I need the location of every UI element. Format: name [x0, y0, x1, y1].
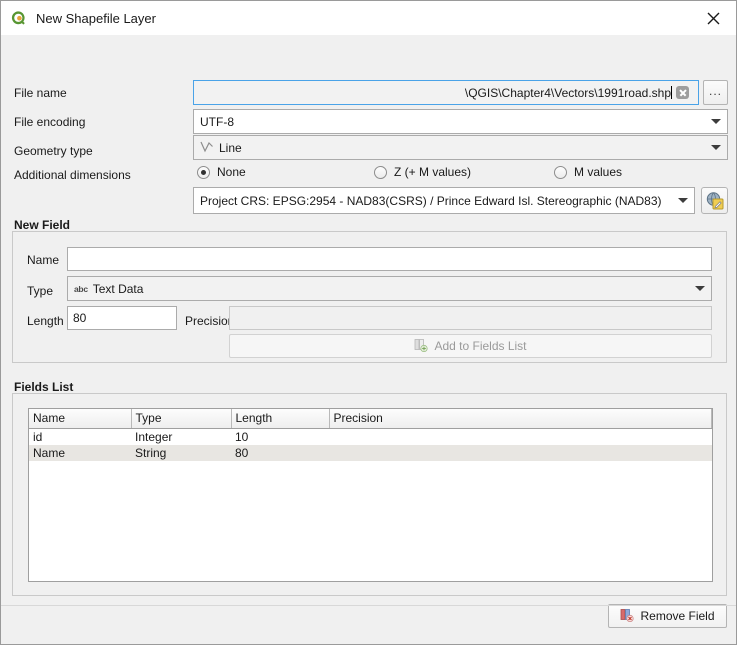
file-encoding-label: File encoding: [14, 114, 86, 129]
close-icon[interactable]: [690, 1, 736, 35]
column-header-name[interactable]: Name: [29, 409, 132, 429]
new-shapefile-layer-dialog: New Shapefile Layer File name \QGIS\Chap…: [0, 0, 737, 645]
field-type-value: Text Data: [92, 281, 144, 296]
file-name-label-row: File name: [14, 80, 67, 105]
cell-type: Integer: [135, 430, 173, 444]
field-type-label: Type: [27, 284, 54, 298]
field-name-label: Name: [27, 253, 60, 267]
cell-precision: [329, 445, 712, 461]
geometry-type-select[interactable]: Line: [193, 135, 728, 160]
fields-list-group-title: Fields List: [14, 380, 74, 394]
title-bar: New Shapefile Layer: [1, 1, 736, 35]
column-header-type[interactable]: Type: [131, 409, 232, 429]
radio-indicator: [197, 165, 210, 179]
abc-text-icon: abc: [74, 283, 88, 294]
radio-z-m-values[interactable]: Z (+ M values): [374, 165, 471, 179]
file-name-label: File name: [14, 85, 67, 100]
chevron-down-icon: [705, 136, 727, 159]
file-name-value: \QGIS\Chapter4\Vectors\1991road.shp: [464, 85, 672, 100]
footer-divider: [1, 605, 736, 606]
field-precision-label-row: Precision: [185, 310, 234, 332]
cell-name: id: [33, 430, 43, 444]
add-to-fields-list-button[interactable]: Add to Fields List: [229, 334, 712, 358]
file-encoding-select[interactable]: UTF-8: [193, 109, 728, 134]
additional-dimensions-label: Additional dimensions: [14, 168, 131, 182]
clear-icon[interactable]: [676, 86, 689, 99]
radio-m-values-label: M values: [574, 165, 623, 179]
crs-globe-icon[interactable]: [701, 187, 728, 214]
field-length-input[interactable]: 80: [67, 306, 177, 330]
browse-button[interactable]: ...: [703, 80, 728, 105]
new-field-group-title: New Field: [14, 218, 71, 232]
field-precision-label: Precision: [185, 314, 235, 328]
window-title: New Shapefile Layer: [36, 10, 156, 26]
table-row[interactable]: Name String 80: [29, 445, 712, 461]
table-header-row: Name Type Length Precision: [29, 409, 712, 429]
fields-table-container[interactable]: Name Type Length Precision id Integer 10: [28, 408, 713, 582]
chevron-down-icon: [672, 188, 694, 213]
crs-value: Project CRS: EPSG:2954 - NAD83(CSRS) / P…: [200, 193, 662, 208]
cell-name: Name: [29, 445, 131, 461]
cell-precision: [329, 429, 712, 446]
table-row[interactable]: id Integer 10: [29, 429, 712, 446]
field-type-label-row: Type: [27, 280, 53, 302]
file-encoding-label-row: File encoding: [14, 109, 85, 134]
remove-field-icon: [620, 608, 635, 625]
radio-none-label: None: [217, 165, 246, 179]
column-header-length[interactable]: Length: [231, 409, 330, 429]
field-name-input[interactable]: [67, 247, 712, 271]
additional-dimensions-label-row: Additional dimensions: [14, 165, 131, 185]
cell-length: 10: [235, 430, 249, 444]
file-encoding-value: UTF-8: [200, 114, 234, 129]
crs-select[interactable]: Project CRS: EPSG:2954 - NAD83(CSRS) / P…: [193, 187, 695, 214]
remove-field-button[interactable]: Remove Field: [608, 604, 727, 628]
add-to-fields-list-label: Add to Fields List: [434, 339, 527, 353]
radio-none[interactable]: None: [197, 165, 246, 179]
fields-table: Name Type Length Precision id Integer 10: [29, 409, 712, 461]
chevron-down-icon: [705, 110, 727, 133]
line-geometry-icon: [200, 140, 214, 156]
qgis-logo-icon: [10, 10, 27, 27]
fields-list-group: Name Type Length Precision id Integer 10: [12, 393, 727, 596]
fields-table-body: id Integer 10 Name String 80: [29, 429, 712, 461]
dialog-body: File name \QGIS\Chapter4\Vectors\1991roa…: [1, 35, 736, 644]
chevron-down-icon: [689, 277, 711, 300]
column-header-precision[interactable]: Precision: [329, 409, 712, 429]
radio-indicator: [374, 165, 387, 179]
field-type-select[interactable]: abc Text Data: [67, 276, 712, 301]
field-length-label-row: Length: [27, 310, 64, 332]
field-name-label-row: Name: [27, 249, 59, 271]
field-length-value: 80: [73, 311, 87, 325]
geometry-type-label: Geometry type: [14, 143, 93, 158]
add-field-icon: [414, 338, 429, 355]
field-length-label: Length: [27, 314, 64, 328]
radio-z-m-values-label: Z (+ M values): [394, 165, 472, 179]
field-precision-input[interactable]: [229, 306, 712, 330]
file-name-input[interactable]: \QGIS\Chapter4\Vectors\1991road.shp: [193, 80, 699, 105]
cell-type: String: [131, 445, 231, 461]
remove-field-label: Remove Field: [640, 609, 715, 623]
geometry-type-value: Line: [219, 140, 242, 155]
radio-m-values[interactable]: M values: [554, 165, 622, 179]
geometry-type-label-row: Geometry type: [14, 138, 93, 163]
cell-length: 80: [231, 445, 329, 461]
radio-indicator: [554, 165, 567, 179]
